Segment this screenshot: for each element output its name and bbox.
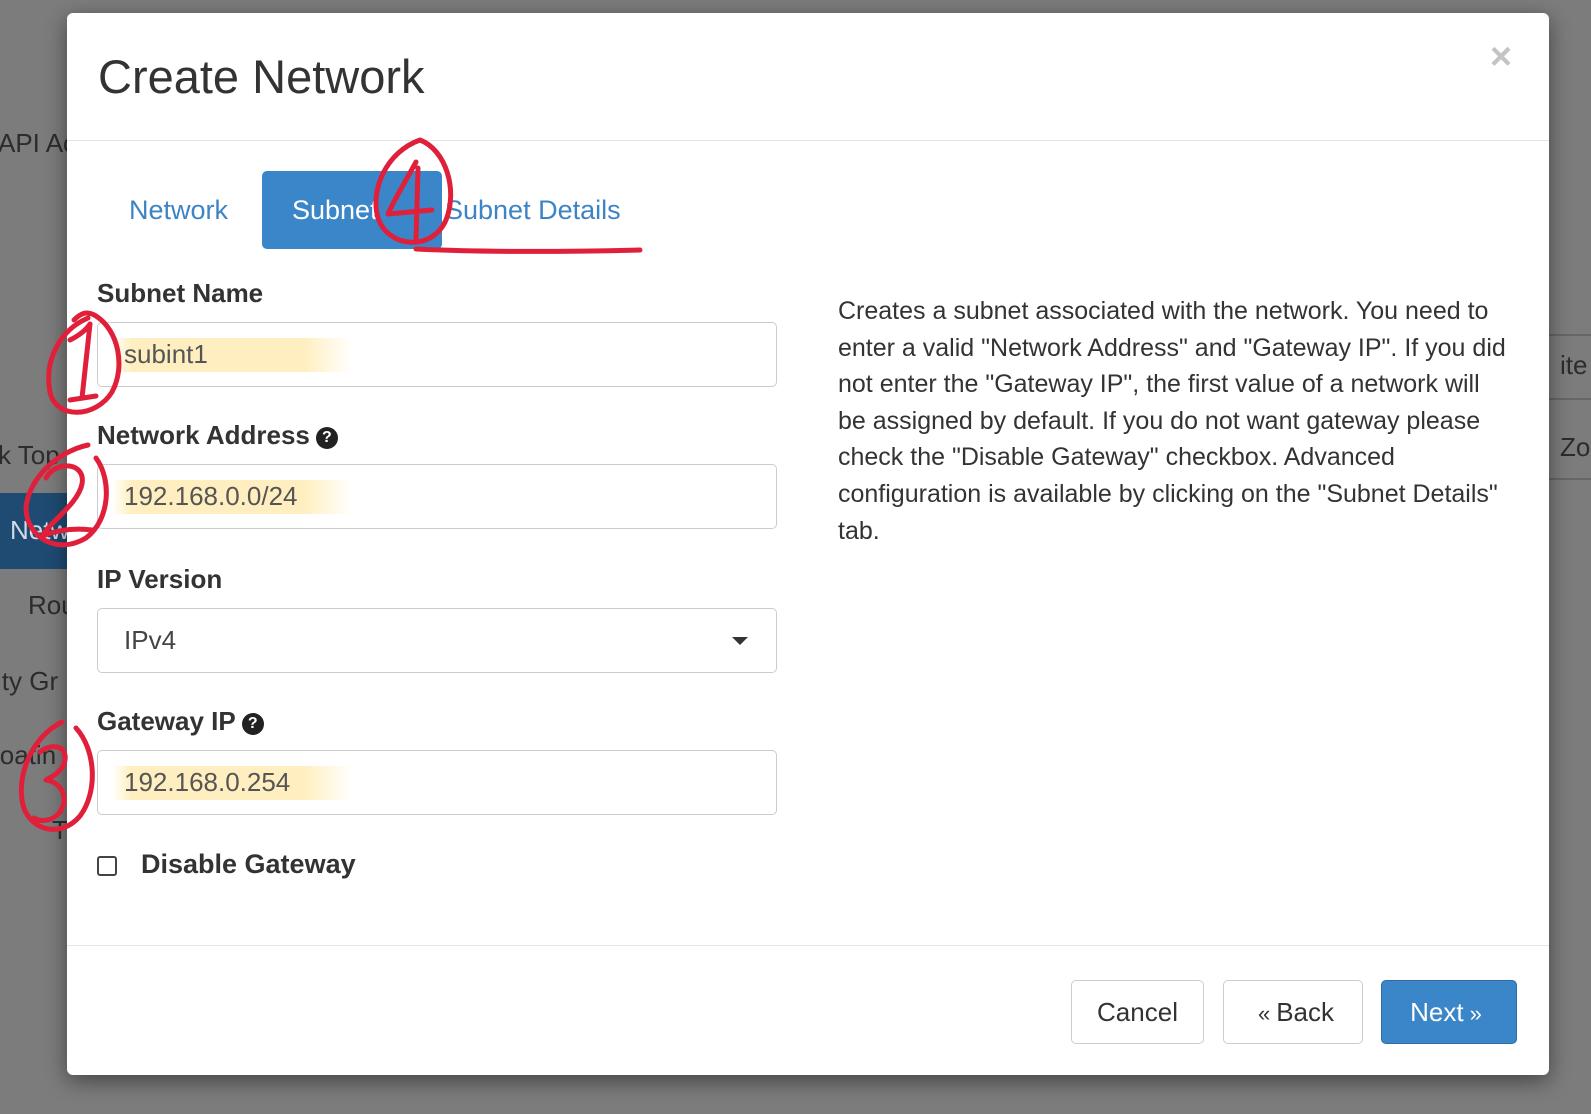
bg-table-fragment: Zo	[1560, 432, 1591, 462]
gateway-ip-input[interactable]	[97, 750, 777, 815]
bg-divider	[1545, 334, 1591, 336]
back-button[interactable]: «Back	[1223, 980, 1363, 1044]
bg-nav-fragment: T	[52, 815, 68, 845]
chevron-double-right-icon: »	[1469, 1001, 1482, 1026]
gateway-ip-label-row: Gateway IP?	[97, 706, 777, 736]
network-address-label: Network Address	[97, 420, 310, 450]
subnet-help-text: Creates a subnet associated with the net…	[838, 297, 1506, 545]
bg-divider	[1545, 478, 1591, 480]
tab-subnet-details[interactable]: Subnet Details	[415, 171, 651, 249]
bg-table-fragment: ite	[1560, 350, 1588, 380]
ip-version-label: IP Version	[97, 564, 223, 594]
network-address-label-row: Network Address?	[97, 420, 777, 450]
gateway-ip-label: Gateway IP	[97, 706, 236, 736]
bg-nav-fragment: API Ac	[0, 128, 77, 158]
next-button-label: Next	[1410, 997, 1464, 1027]
question-circle-icon[interactable]: ?	[241, 713, 264, 735]
bg-nav-fragment: loatin	[0, 740, 57, 770]
subnet-name-label: Subnet Name	[97, 278, 264, 308]
next-button[interactable]: Next»	[1381, 980, 1517, 1044]
bg-nav-fragment: k Top	[0, 440, 60, 470]
back-button-label: Back	[1276, 997, 1335, 1027]
ip-version-group: IP Version IPv4	[97, 564, 777, 673]
create-network-modal: Create Network × Network Subnet Subnet D…	[67, 13, 1549, 1075]
bg-divider	[1545, 398, 1591, 400]
close-icon[interactable]: ×	[1483, 38, 1519, 76]
modal-footer: Cancel «Back Next»	[67, 945, 1549, 1075]
modal-header: Create Network ×	[67, 13, 1549, 141]
tab-network[interactable]: Network	[99, 171, 258, 249]
chevron-double-left-icon: «	[1257, 1001, 1271, 1026]
network-address-group: Network Address?	[97, 420, 777, 529]
subnet-name-group: Subnet Name	[97, 278, 777, 387]
ip-version-selected: IPv4	[124, 625, 177, 655]
cancel-button[interactable]: Cancel	[1071, 980, 1204, 1044]
network-address-input[interactable]	[97, 464, 777, 529]
subnet-name-input[interactable]	[97, 322, 777, 387]
disable-gateway-checkbox[interactable]	[97, 856, 117, 876]
ip-version-select[interactable]: IPv4	[97, 608, 777, 673]
bg-nav-fragment: Netw	[10, 515, 70, 545]
question-circle-icon[interactable]: ?	[315, 427, 338, 449]
bg-nav-fragment: ity Gr	[0, 666, 59, 696]
gateway-ip-group: Gateway IP?	[97, 706, 777, 815]
caret-down-icon	[732, 637, 748, 645]
modal-title: Create Network	[98, 50, 425, 103]
disable-gateway-label[interactable]: Disable Gateway	[141, 849, 356, 880]
wizard-tabs: Network Subnet Subnet Details	[67, 171, 767, 251]
